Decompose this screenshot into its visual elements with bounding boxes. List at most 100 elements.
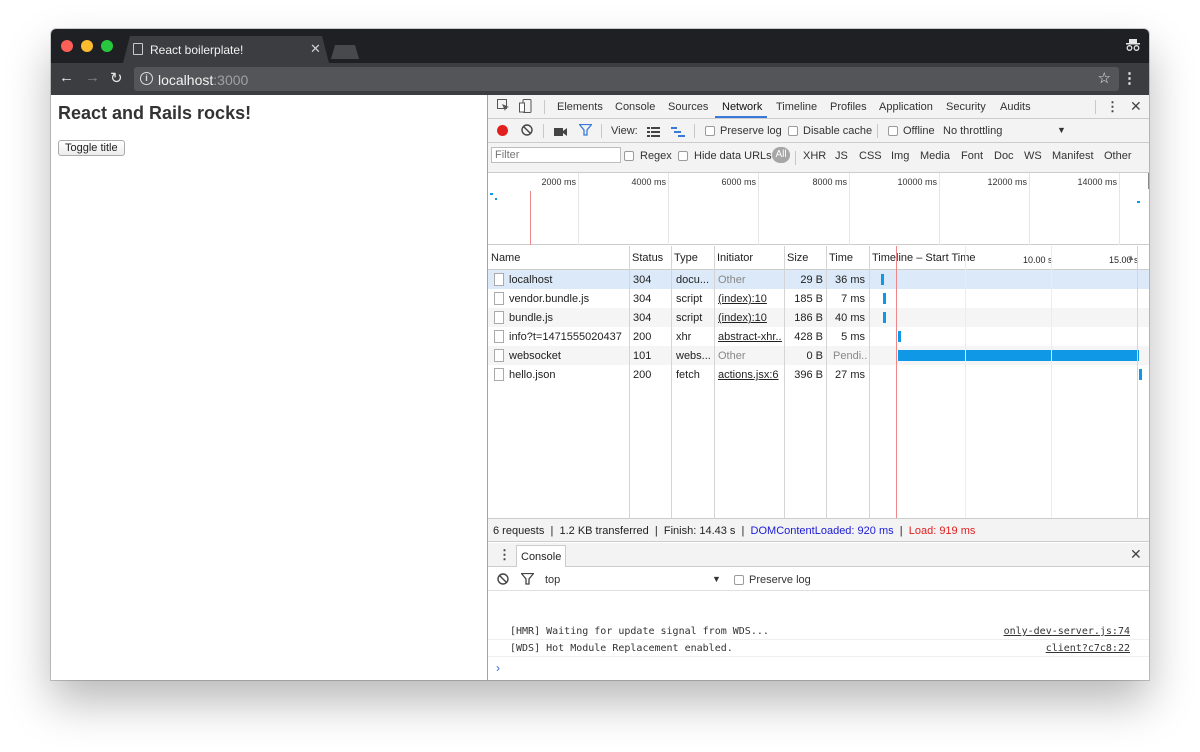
column-divider[interactable] bbox=[714, 246, 715, 518]
toolbar-separator bbox=[543, 124, 544, 138]
console-preserve-log-checkbox[interactable] bbox=[734, 575, 744, 585]
maximize-window-button[interactable] bbox=[101, 40, 113, 52]
drawer-tab-console[interactable]: Console bbox=[516, 545, 567, 567]
toolbar-separator bbox=[877, 124, 878, 138]
back-icon[interactable]: ← bbox=[59, 69, 74, 86]
close-devtools-icon[interactable]: ✕ bbox=[1130, 98, 1142, 115]
devtools-menu-icon[interactable]: ⋮ bbox=[1106, 99, 1119, 115]
close-tab-icon[interactable]: ✕ bbox=[310, 41, 321, 57]
tab-network[interactable]: Network bbox=[722, 101, 762, 113]
new-tab-button[interactable] bbox=[331, 45, 359, 59]
filter-type-manifest[interactable]: Manifest bbox=[1052, 150, 1094, 162]
hide-data-urls-checkbox[interactable] bbox=[678, 151, 688, 161]
browser-menu-icon[interactable]: ⋮ bbox=[1122, 69, 1137, 87]
offline-checkbox[interactable] bbox=[888, 126, 898, 136]
bookmark-star-icon[interactable]: ☆ bbox=[1098, 69, 1111, 87]
column-header-initiator[interactable]: Initiator bbox=[714, 246, 784, 270]
filter-input[interactable] bbox=[491, 147, 621, 163]
clear-console-icon[interactable] bbox=[497, 573, 509, 588]
drawer-menu-icon[interactable]: ⋮ bbox=[498, 547, 511, 563]
column-divider[interactable] bbox=[826, 246, 827, 518]
tab-sources[interactable]: Sources bbox=[668, 101, 708, 113]
tab-application[interactable]: Application bbox=[879, 101, 933, 113]
tab-timeline[interactable]: Timeline bbox=[776, 101, 817, 113]
url-port: :3000 bbox=[213, 72, 249, 88]
overview-tick: 2000 ms bbox=[541, 177, 576, 187]
filter-type-media[interactable]: Media bbox=[920, 150, 950, 162]
column-header-status[interactable]: Status bbox=[629, 246, 671, 270]
console-source-link[interactable]: client?c7c8:22 bbox=[1046, 643, 1130, 654]
tab-profiles[interactable]: Profiles bbox=[830, 101, 867, 113]
console-source-link[interactable]: only-dev-server.js:74 bbox=[1004, 626, 1130, 637]
table-row[interactable]: hello.json 200 fetch actions.jsx:6 396 B… bbox=[488, 365, 1149, 384]
reload-icon[interactable]: ↻ bbox=[110, 69, 123, 87]
context-selector[interactable]: top bbox=[545, 574, 560, 586]
tab-elements[interactable]: Elements bbox=[557, 101, 603, 113]
view-label: View: bbox=[611, 125, 638, 137]
column-divider[interactable] bbox=[629, 246, 630, 518]
record-button[interactable] bbox=[497, 125, 508, 136]
filter-type-all[interactable]: All bbox=[772, 147, 790, 163]
table-row[interactable]: vendor.bundle.js 304 script (index):10 1… bbox=[488, 289, 1149, 308]
minimize-window-button[interactable] bbox=[81, 40, 93, 52]
toggle-title-button[interactable]: Toggle title bbox=[58, 140, 125, 156]
tab-console[interactable]: Console bbox=[615, 101, 655, 113]
request-initiator-link[interactable]: (index):10 bbox=[718, 293, 782, 305]
regex-checkbox[interactable] bbox=[624, 151, 634, 161]
column-header-type[interactable]: Type bbox=[671, 246, 714, 270]
column-header-name[interactable]: Name bbox=[488, 246, 629, 270]
console-filter-icon[interactable] bbox=[520, 572, 535, 588]
close-window-button[interactable] bbox=[61, 40, 73, 52]
overview-window-handle[interactable] bbox=[1148, 173, 1149, 189]
column-divider[interactable] bbox=[671, 246, 672, 518]
context-dropdown-icon[interactable]: ▼ bbox=[712, 574, 721, 584]
overview-tick: 14000 ms bbox=[1077, 177, 1117, 187]
request-size: 29 B bbox=[800, 274, 823, 286]
request-initiator-link[interactable]: abstract-xhr.... bbox=[718, 331, 782, 343]
request-initiator-link[interactable]: actions.jsx:6 bbox=[718, 369, 782, 381]
console-prompt[interactable]: › bbox=[496, 661, 500, 675]
network-overview[interactable]: 2000 ms 4000 ms 6000 ms 8000 ms 10000 ms… bbox=[488, 173, 1149, 245]
request-initiator-link[interactable]: (index):10 bbox=[718, 312, 782, 324]
tab-security[interactable]: Security bbox=[946, 101, 986, 113]
column-header-time[interactable]: Time bbox=[826, 246, 869, 270]
summary-separator: | bbox=[550, 525, 554, 537]
throttling-select[interactable]: No throttling bbox=[943, 125, 1002, 137]
filter-type-other[interactable]: Other bbox=[1104, 150, 1132, 162]
filter-icon[interactable] bbox=[578, 123, 593, 139]
browser-tab[interactable]: React boilerplate! ✕ bbox=[123, 36, 329, 63]
forward-icon[interactable]: → bbox=[85, 69, 100, 86]
info-icon[interactable]: i bbox=[140, 72, 153, 85]
throttling-dropdown-icon[interactable]: ▼ bbox=[1057, 125, 1066, 135]
table-row[interactable]: websocket 101 webs... Other 0 B Pendi... bbox=[488, 346, 1149, 365]
clear-icon[interactable] bbox=[521, 124, 533, 139]
tab-audits[interactable]: Audits bbox=[1000, 101, 1031, 113]
close-drawer-icon[interactable]: ✕ bbox=[1130, 546, 1142, 563]
address-bar[interactable]: i localhost:3000 bbox=[134, 67, 1119, 91]
large-rows-icon[interactable] bbox=[647, 125, 660, 140]
table-row[interactable]: bundle.js 304 script (index):10 186 B 40… bbox=[488, 308, 1149, 327]
preserve-log-checkbox[interactable] bbox=[705, 126, 715, 136]
filter-type-img[interactable]: Img bbox=[891, 150, 909, 162]
disable-cache-checkbox[interactable] bbox=[788, 126, 798, 136]
request-time: 7 ms bbox=[841, 293, 865, 305]
device-toolbar-icon[interactable] bbox=[519, 99, 532, 116]
table-row[interactable]: info?t=1471555020437 200 xhr abstract-xh… bbox=[488, 327, 1149, 346]
column-header-timeline[interactable]: Timeline – Start Time 10.00 s 15.00 s ▲ bbox=[869, 246, 1149, 270]
column-header-size[interactable]: Size bbox=[784, 246, 826, 270]
request-type: docu... bbox=[676, 274, 710, 286]
filter-type-ws[interactable]: WS bbox=[1024, 150, 1042, 162]
request-size: 428 B bbox=[794, 331, 823, 343]
filter-type-doc[interactable]: Doc bbox=[994, 150, 1014, 162]
filter-type-js[interactable]: JS bbox=[835, 150, 848, 162]
filter-type-xhr[interactable]: XHR bbox=[803, 150, 826, 162]
column-divider[interactable] bbox=[784, 246, 785, 518]
waterfall-bar bbox=[1139, 369, 1142, 380]
table-row[interactable]: localhost 304 docu... Other 29 B 36 ms bbox=[488, 270, 1149, 289]
filter-type-font[interactable]: Font bbox=[961, 150, 983, 162]
filter-type-css[interactable]: CSS bbox=[859, 150, 882, 162]
screenshot-camera-icon[interactable] bbox=[554, 125, 567, 140]
waterfall-overview-icon[interactable] bbox=[671, 125, 685, 140]
inspect-element-icon[interactable] bbox=[497, 99, 510, 115]
column-divider[interactable] bbox=[869, 246, 870, 518]
